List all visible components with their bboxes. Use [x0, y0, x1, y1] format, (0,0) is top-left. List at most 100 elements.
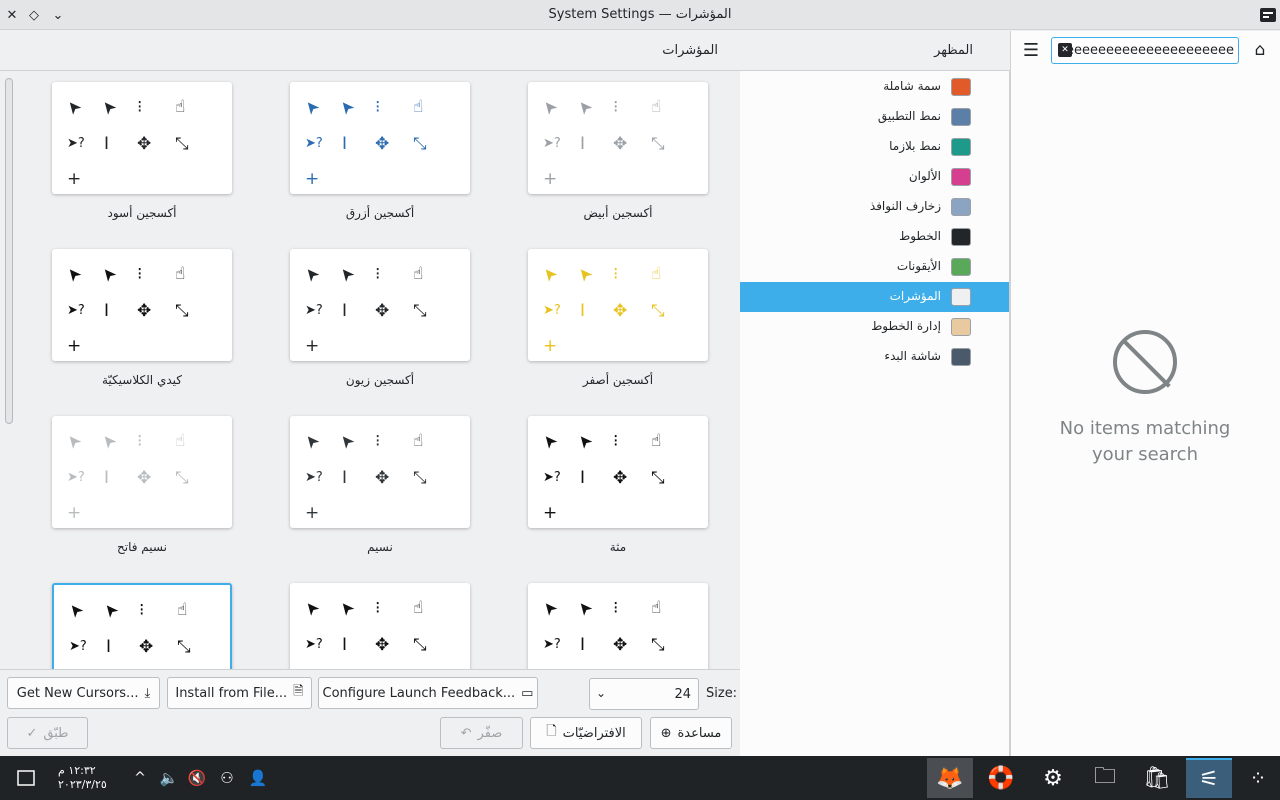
clear-search-icon[interactable]: ✕	[1058, 43, 1072, 57]
sidebar-item-label: سمة شاملة	[883, 79, 941, 93]
cursor-preview-icon: ✥	[375, 301, 390, 321]
install-from-file-button[interactable]: Install from File... 🗎	[167, 677, 312, 709]
cursor-preview-icon: ☝	[413, 97, 424, 117]
user-icon[interactable]: 👤	[246, 756, 270, 800]
cursor-preview-icon: ⤡	[413, 301, 427, 321]
sidebar-item[interactable]: المؤشرات	[740, 282, 1009, 312]
cursor-preview-icon: ✥	[375, 468, 390, 488]
cursor-preview-icon: ✥	[613, 301, 628, 321]
file-manager-icon[interactable]: 🗀	[1082, 758, 1128, 798]
sidebar-item[interactable]: إدارة الخطوط	[740, 312, 1009, 342]
cursor-preview-icon: ☝	[651, 598, 662, 618]
cursor-theme-card[interactable]: ➤➤⁝☝➤?I✥⤡+	[290, 82, 470, 194]
system-tray-expand-icon[interactable]: ^	[130, 756, 150, 800]
cursor-theme-name: أكسجين أبيض	[583, 206, 653, 220]
configure-label: Configure Launch Feedback...	[322, 685, 516, 701]
reset-label: صفّر	[477, 725, 503, 741]
get-new-cursors-button[interactable]: Get New Cursors... ⤓	[7, 677, 160, 709]
icons-icon	[951, 258, 971, 276]
cursor-theme-card[interactable]: ➤➤⁝☝➤?I✥⤡+	[52, 416, 232, 528]
discover-icon[interactable]: 🛍	[1134, 758, 1180, 798]
sidebar-item-label: شاشة البدء	[884, 349, 941, 363]
cursor-preview-icon: ✥	[139, 637, 154, 657]
cursor-theme-card[interactable]: ➤➤⁝☝➤?I✥⤡+	[290, 416, 470, 528]
cursor-theme-card[interactable]: ➤➤⁝☝➤?I✥⤡+	[52, 583, 232, 669]
fonts-icon	[951, 228, 971, 246]
volume-icon[interactable]: 🔈	[158, 756, 180, 800]
cursor-theme-card[interactable]: ➤➤⁝☝➤?I✥⤡+	[52, 249, 232, 361]
home-icon[interactable]: ⌂	[1248, 38, 1272, 62]
cursor-preview-icon: I	[342, 301, 348, 321]
sidebar-item[interactable]: نمط التطبيق	[740, 102, 1009, 132]
cursor-preview-icon: ⤡	[175, 134, 189, 154]
cursor-preview-icon: ➤	[96, 262, 122, 286]
cursor-preview-icon: ⤡	[175, 468, 189, 488]
apply-button[interactable]: ✓ طبّق	[7, 717, 88, 749]
search-input[interactable]: eeeeeeeeeeeeeeeeeeeee	[1051, 37, 1239, 64]
system-settings-icon[interactable]: ⚙	[1030, 758, 1076, 798]
cursor-preview-icon: ➤?	[67, 136, 85, 151]
sidebar-item-label: الخطوط	[899, 229, 941, 243]
cursor-preview-icon: ⁝	[375, 431, 381, 451]
scrollbar[interactable]	[5, 78, 13, 424]
sidebar-item[interactable]: الخطوط	[740, 222, 1009, 252]
reset-button[interactable]: ↶ صفّر	[440, 717, 523, 749]
application-launcher-icon[interactable]: ⁘	[1240, 756, 1276, 800]
cursor-preview-icon: ☝	[651, 431, 662, 451]
help-center-icon[interactable]: 🛟	[978, 758, 1024, 798]
hamburger-menu-icon[interactable]: ☰	[1020, 38, 1042, 62]
cursor-theme-card[interactable]: ➤➤⁝☝➤?I✥⤡+	[528, 249, 708, 361]
window-decorations-icon	[951, 198, 971, 216]
sidebar-item[interactable]: نمط بلازما	[740, 132, 1009, 162]
size-combobox[interactable]: 24 ⌄	[589, 678, 699, 710]
show-desktop-icon[interactable]	[10, 756, 42, 800]
cursor-theme-card[interactable]: ➤➤⁝☝➤?I✥⤡+	[528, 82, 708, 194]
configure-launch-feedback-button[interactable]: Configure Launch Feedback... ▭	[318, 677, 538, 709]
cursor-preview-icon: ➤	[537, 429, 563, 453]
sidebar-item-label: نمط بلازما	[889, 139, 941, 153]
cursor-preview-icon: ⁝	[613, 598, 619, 618]
cursor-preview-icon: ➤	[299, 429, 325, 453]
cursor-preview-icon: ➤	[96, 429, 122, 453]
cursor-theme-card[interactable]: ➤➤⁝☝➤?I✥⤡+	[528, 583, 708, 669]
install-label: Install from File...	[175, 685, 288, 701]
microphone-muted-icon[interactable]: 🔇	[186, 756, 208, 800]
cursor-theme-card[interactable]: ➤➤⁝☝➤?I✥⤡+	[528, 416, 708, 528]
digital-clock[interactable]: ١٢:٣٢ م ٢٠٢٣/٣/٢٥	[58, 764, 107, 792]
sidebar-item[interactable]: الأيقونات	[740, 252, 1009, 282]
cursor-theme-card[interactable]: ➤➤⁝☝➤?I✥⤡+	[290, 583, 470, 669]
get-new-label: Get New Cursors...	[16, 685, 139, 701]
network-icon[interactable]: ⚇	[216, 756, 238, 800]
cursor-preview-icon: ➤	[537, 262, 563, 286]
help-label: مساعدة	[677, 725, 722, 741]
page-title: المؤشرات	[662, 43, 718, 58]
sidebar-item[interactable]: سمة شاملة	[740, 72, 1009, 102]
sidebar-item-label: الأيقونات	[896, 259, 941, 273]
sidebar-item[interactable]: الألوان	[740, 162, 1009, 192]
cursor-preview-icon: +	[67, 503, 82, 523]
cursor-preview-icon: ✥	[137, 134, 152, 154]
settings-active-icon[interactable]: ⚟	[1186, 758, 1232, 798]
cursor-preview-icon: +	[543, 503, 558, 523]
cursor-theme-card[interactable]: ➤➤⁝☝➤?I✥⤡+	[52, 82, 232, 194]
firefox-icon[interactable]: 🦊	[927, 758, 973, 798]
cursor-preview-icon: ➤	[299, 596, 325, 620]
cursor-preview-icon: ➤?	[543, 136, 561, 151]
cursor-preview-icon: ⁝	[375, 97, 381, 117]
page-header: المؤشرات	[0, 31, 740, 71]
cursor-preview-icon: ☝	[177, 600, 188, 620]
app-menu-icon[interactable]	[1258, 5, 1278, 25]
defaults-label: الافتراضيّات	[562, 725, 626, 741]
global-theme-icon	[951, 78, 971, 96]
defaults-button[interactable]: 🗋 الافتراضيّات	[530, 717, 642, 749]
cursor-preview-icon: ☝	[413, 264, 424, 284]
clock-time: ١٢:٣٢ م	[58, 764, 96, 777]
cursor-preview-icon: ➤	[299, 262, 325, 286]
cursor-preview-icon: I	[342, 134, 348, 154]
help-button[interactable]: ⊕ مساعدة	[650, 717, 732, 749]
cursor-preview-icon: ✥	[613, 635, 628, 655]
cursor-theme-card[interactable]: ➤➤⁝☝➤?I✥⤡+	[290, 249, 470, 361]
sidebar-item[interactable]: شاشة البدء	[740, 342, 1009, 372]
sidebar-item[interactable]: زخارف النوافذ	[740, 192, 1009, 222]
cursor-preview-icon: ➤?	[67, 303, 85, 318]
